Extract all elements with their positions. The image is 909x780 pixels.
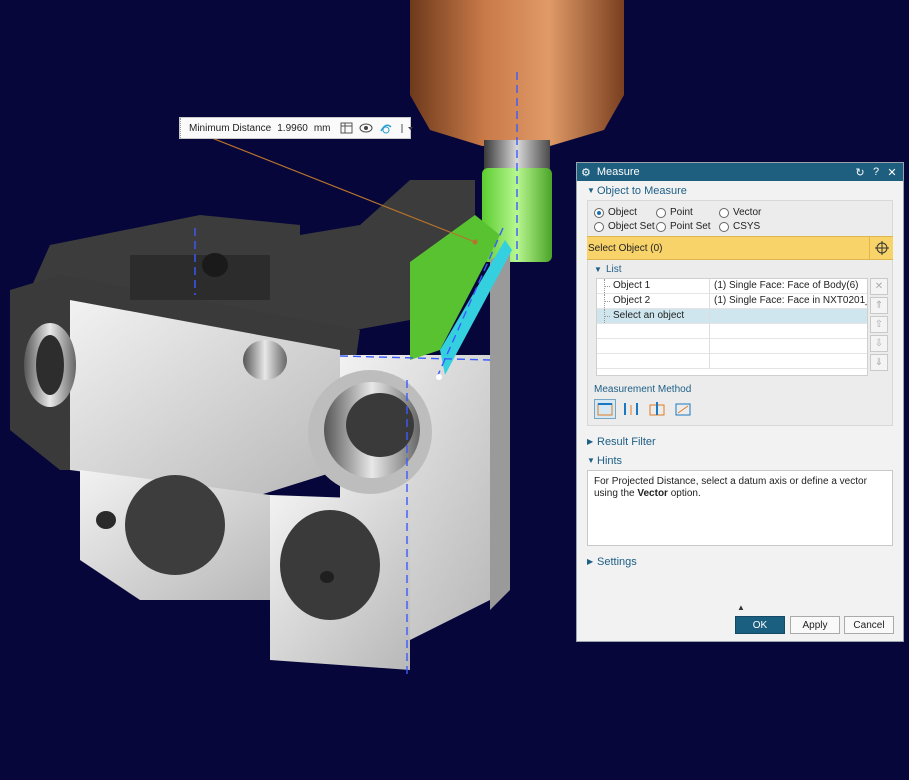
radio-dot[interactable]: [656, 221, 666, 232]
list-item-selected[interactable]: Select an object: [597, 309, 867, 324]
radio-label: Vector: [733, 207, 762, 218]
collapse-arrow-icon[interactable]: ▲: [737, 603, 745, 612]
radio-object[interactable]: Object: [594, 207, 656, 218]
method-length-icon[interactable]: [672, 399, 694, 419]
list-buttons: ✕ ⇑ ⇧ ⇩ ⇓: [870, 278, 888, 376]
hints-text: For Projected Distance, select a datum a…: [587, 470, 893, 546]
object-list-grid[interactable]: Object 1 (1) Single Face: Face of Body(6)…: [596, 278, 868, 376]
hints-text-bold: Vector: [637, 488, 668, 499]
eye-icon[interactable]: [359, 121, 373, 135]
list-item-empty: [597, 339, 867, 354]
radio-label: Point: [670, 207, 693, 218]
radio-point[interactable]: Point: [656, 207, 719, 218]
list-item-name: Object 1: [597, 279, 710, 293]
radio-dot[interactable]: [719, 221, 729, 232]
section-title: Object to Measure: [597, 184, 687, 197]
radio-csys[interactable]: CSYS: [719, 221, 799, 232]
cancel-button[interactable]: Cancel: [844, 616, 894, 634]
table-icon[interactable]: [340, 121, 353, 135]
distance-value: 1.9960: [277, 122, 308, 134]
hints-text-part: option.: [667, 488, 701, 499]
minimum-distance-label[interactable]: Minimum Distance 1.9960 mm: [179, 117, 413, 139]
distance-caption: Minimum Distance: [189, 122, 272, 134]
more-options-icon[interactable]: [399, 121, 413, 135]
object-type-radios: Object Point Vector Object Set Point Set…: [588, 201, 892, 236]
measure-dialog: ⚙ Measure ↻ ? ✕ ▼ Object to Measure Obje…: [576, 162, 904, 642]
chevron-down-icon: ▼: [587, 186, 595, 195]
section-result-filter[interactable]: ▶ Result Filter: [577, 432, 903, 451]
section-hints[interactable]: ▼ Hints: [577, 451, 903, 470]
chevron-right-icon: ▶: [587, 437, 594, 446]
object-group: Object Point Vector Object Set Point Set…: [587, 200, 893, 426]
close-icon[interactable]: ✕: [885, 166, 899, 179]
list-item-value: (1) Single Face: Face of Body(6): [714, 280, 859, 291]
chevron-right-icon: ▶: [587, 557, 594, 566]
machined-part: [10, 180, 512, 670]
method-distance-icon[interactable]: [594, 399, 616, 419]
move-to-top-icon[interactable]: ⇑: [870, 297, 888, 314]
measurement-method-label: Measurement Method: [594, 384, 692, 395]
radio-dot[interactable]: [594, 207, 604, 218]
section-title: Settings: [597, 555, 637, 568]
measurement-method-options: [588, 397, 892, 425]
section-title: Hints: [597, 454, 623, 467]
radio-dot[interactable]: [719, 207, 729, 218]
hints-text-part: For Projected Distance, select a datum a…: [594, 476, 867, 499]
move-up-icon[interactable]: ⇧: [870, 316, 888, 333]
object-list: Object 1 (1) Single Face: Face of Body(6)…: [596, 278, 888, 376]
list-title: List: [606, 263, 622, 275]
list-item[interactable]: Object 2 (1) Single Face: Face in NXT0201…: [597, 294, 867, 309]
dialog-footer: ▲ OK Apply Cancel: [577, 601, 903, 641]
section-object-to-measure[interactable]: ▼ Object to Measure: [577, 181, 903, 200]
help-icon[interactable]: ?: [869, 166, 883, 178]
list-item-value: [710, 309, 867, 323]
move-to-bottom-icon[interactable]: ⇓: [870, 354, 888, 371]
graphics-viewport[interactable]: Minimum Distance 1.9960 mm ⚙ Measure ↻ ?…: [0, 0, 909, 780]
crosshair-icon[interactable]: [869, 237, 893, 259]
delete-icon[interactable]: ✕: [870, 278, 888, 295]
measure-tool-icon[interactable]: [379, 121, 393, 135]
select-object-label: Select Object (0): [588, 242, 663, 254]
reset-icon[interactable]: ↻: [853, 166, 867, 179]
radio-label: Point Set: [670, 221, 711, 232]
section-title: Result Filter: [597, 435, 656, 448]
list-section-header[interactable]: ▼ List: [588, 260, 892, 278]
radio-dot[interactable]: [656, 207, 666, 218]
move-down-icon[interactable]: ⇩: [870, 335, 888, 352]
apply-button[interactable]: Apply: [790, 616, 840, 634]
radio-dot[interactable]: [594, 221, 604, 232]
radio-object-set[interactable]: Object Set: [594, 221, 656, 232]
list-item-empty: [597, 324, 867, 339]
dialog-title: Measure: [596, 166, 640, 178]
list-item-value: (1) Single Face: Face in NXT0201_012: [714, 295, 867, 306]
chevron-down-icon: ▼: [594, 264, 602, 274]
method-screen-icon[interactable]: [646, 399, 668, 419]
radio-label: Object Set: [608, 221, 655, 232]
list-item-name: Select an object: [597, 309, 710, 323]
radio-vector[interactable]: Vector: [719, 207, 799, 218]
label-grip[interactable]: [180, 118, 181, 138]
list-item-empty: [597, 354, 867, 369]
select-object-row[interactable]: Select Object (0): [587, 236, 893, 260]
dialog-title-bar[interactable]: ⚙ Measure ↻ ? ✕: [577, 163, 903, 181]
radio-point-set[interactable]: Point Set: [656, 221, 719, 232]
ok-button[interactable]: OK: [735, 616, 785, 634]
settings-gear-icon[interactable]: ⚙: [581, 166, 591, 179]
radio-label: CSYS: [733, 221, 761, 232]
list-item[interactable]: Object 1 (1) Single Face: Face of Body(6): [597, 279, 867, 294]
chevron-down-icon: ▼: [587, 456, 595, 465]
section-settings[interactable]: ▶ Settings: [577, 552, 903, 571]
list-item-name: Object 2: [597, 294, 710, 308]
radio-label: Object: [608, 207, 637, 218]
distance-unit: mm: [313, 122, 331, 134]
method-projected-icon[interactable]: [620, 399, 642, 419]
